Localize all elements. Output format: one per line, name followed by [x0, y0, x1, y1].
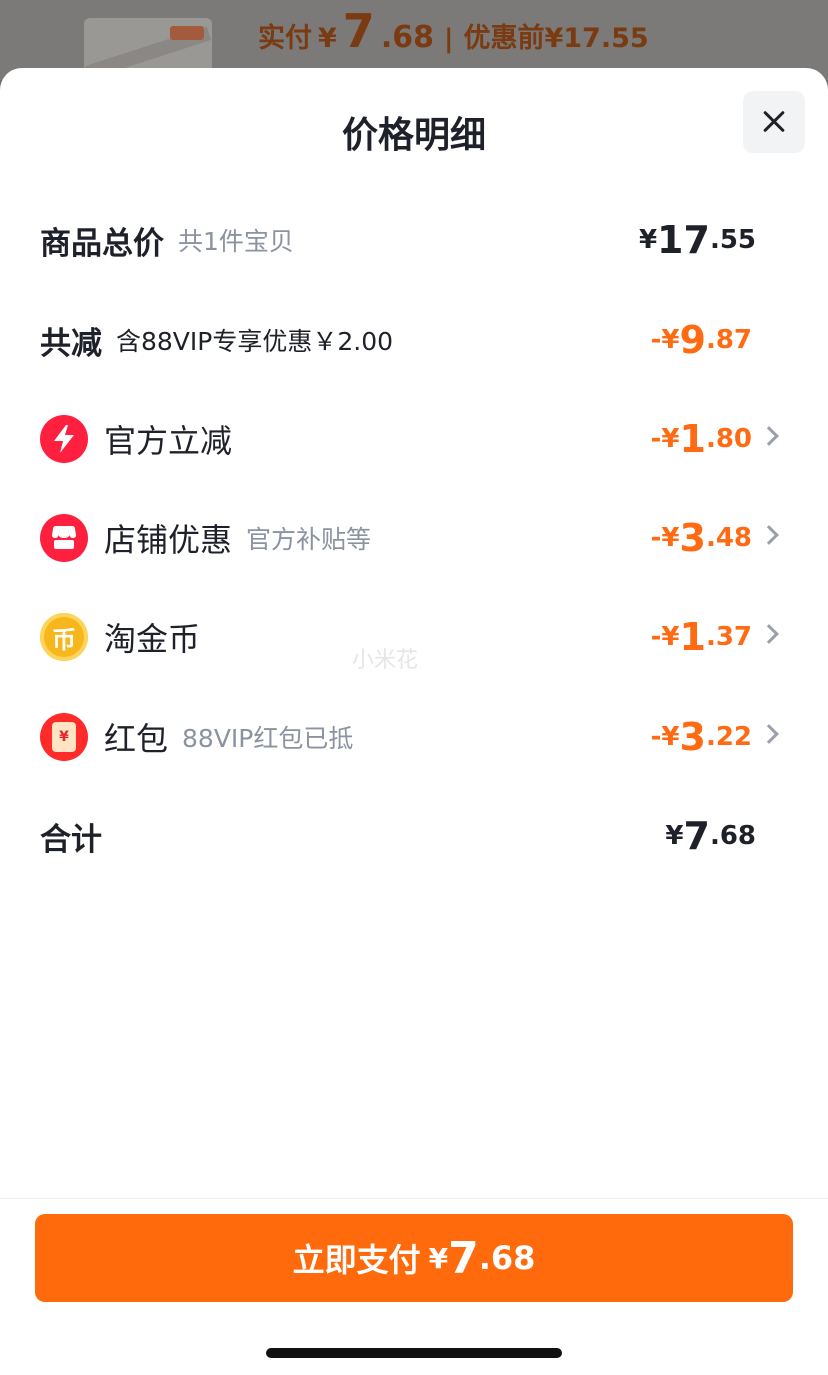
- official-discount-price: - ¥1.80: [651, 399, 752, 479]
- pay-button-int: 7: [448, 1232, 479, 1284]
- currency: ¥: [661, 722, 680, 752]
- chevron-right-icon: [759, 624, 779, 644]
- thumbnail-tag: [170, 26, 204, 40]
- price-int: 1: [679, 615, 706, 659]
- row-shop-discount[interactable]: 店铺优惠 官方补贴等 - ¥3.48: [0, 498, 828, 578]
- goods-count-note: 共1件宝贝: [178, 227, 294, 256]
- reduction-price: - ¥9.87: [651, 300, 752, 380]
- shop-discount-note: 官方补贴等: [246, 525, 372, 554]
- sheet-title: 价格明细: [341, 115, 486, 156]
- price-dec: .55: [709, 225, 756, 255]
- currency: ¥: [661, 523, 680, 553]
- shop-discount-price: - ¥3.48: [651, 498, 752, 578]
- pay-now-button[interactable]: 立即支付 ¥7.68: [35, 1214, 793, 1302]
- price-int: 17: [657, 218, 710, 262]
- row-official-discount[interactable]: 官方立减 - ¥1.80: [0, 399, 828, 479]
- price-dec: .37: [705, 622, 752, 652]
- currency: ¥: [661, 325, 680, 355]
- price-dec: .22: [705, 722, 752, 752]
- price-dec: .80: [705, 424, 752, 454]
- red-envelope-note: 88VIP红包已抵: [182, 724, 354, 753]
- price-int: 9: [679, 318, 706, 362]
- bottom-divider: [0, 1198, 828, 1199]
- paid-int: 7: [342, 4, 375, 58]
- red-envelope-glyph: ¥: [52, 722, 76, 752]
- row-red-envelope[interactable]: ¥ 红包 88VIP红包已抵 - ¥3.22: [0, 697, 828, 777]
- before-discount-price: 优惠前¥17.55: [463, 23, 649, 54]
- watermark: 小米花: [352, 648, 419, 673]
- price-int: 3: [679, 715, 706, 759]
- screen: 实付 ¥ 7.68 | 优惠前¥17.55 价格明细 商品总价 共1件宝贝 ¥1…: [0, 0, 828, 1375]
- goods-total-label: 商品总价: [40, 225, 164, 262]
- sign: -: [650, 424, 662, 454]
- price-int: 1: [679, 417, 706, 461]
- chevron-right-icon: [759, 525, 779, 545]
- currency: ¥: [661, 424, 680, 454]
- paid-dec: .68: [380, 20, 434, 55]
- sign: -: [650, 722, 662, 752]
- taojinbi-price: - ¥1.37: [651, 597, 752, 677]
- paid-currency: ¥: [318, 23, 337, 54]
- home-indicator[interactable]: [266, 1348, 562, 1358]
- sign: -: [650, 523, 662, 553]
- red-envelope-icon: ¥: [40, 713, 88, 761]
- chevron-right-icon: [759, 426, 779, 446]
- background-price: 实付 ¥ 7.68 | 优惠前¥17.55: [258, 4, 649, 58]
- price-dec: .48: [705, 523, 752, 553]
- reduction-note: 含88VIP专享优惠￥2.00: [116, 327, 394, 356]
- lightning-icon: [40, 415, 88, 463]
- taojinbi-label: 淘金币: [104, 620, 201, 658]
- price-detail-sheet: 价格明细 商品总价 共1件宝贝 ¥17.55 共减 含88VIP专享优惠￥2.0…: [0, 68, 828, 1375]
- red-envelope-label: 红包: [104, 720, 169, 758]
- official-discount-label: 官方立减: [104, 422, 233, 460]
- sign: -: [650, 325, 662, 355]
- price-int: 7: [683, 814, 710, 858]
- chevron-right-icon: [759, 724, 779, 744]
- shop-discount-label: 店铺优惠: [104, 521, 233, 559]
- coin-icon-glyph: 币: [52, 625, 76, 654]
- row-sum: 合计 ¥7.68: [0, 796, 828, 876]
- sum-label: 合计: [40, 821, 102, 858]
- currency: ¥: [661, 622, 680, 652]
- price-dec: .68: [709, 821, 756, 851]
- goods-total-price: ¥17.55: [639, 200, 756, 280]
- price-dec: .87: [705, 325, 752, 355]
- coin-icon: 币: [40, 613, 88, 661]
- sign: -: [650, 622, 662, 652]
- price-separator: |: [443, 24, 454, 54]
- pay-button-currency: ¥: [428, 1241, 449, 1275]
- pay-button-label: 立即支付: [292, 1241, 421, 1279]
- paid-label: 实付: [258, 23, 312, 54]
- red-envelope-price: - ¥3.22: [651, 697, 752, 777]
- reduction-label: 共减: [40, 325, 102, 362]
- row-total-reduction: 共减 含88VIP专享优惠￥2.00 - ¥9.87: [0, 300, 828, 380]
- currency: ¥: [665, 821, 684, 851]
- shop-icon: [40, 514, 88, 562]
- currency: ¥: [638, 225, 658, 255]
- row-goods-total: 商品总价 共1件宝贝 ¥17.55: [0, 200, 828, 280]
- close-button[interactable]: [743, 91, 805, 153]
- sum-price: ¥7.68: [665, 796, 756, 876]
- price-int: 3: [679, 516, 706, 560]
- pay-button-dec: .68: [478, 1239, 536, 1277]
